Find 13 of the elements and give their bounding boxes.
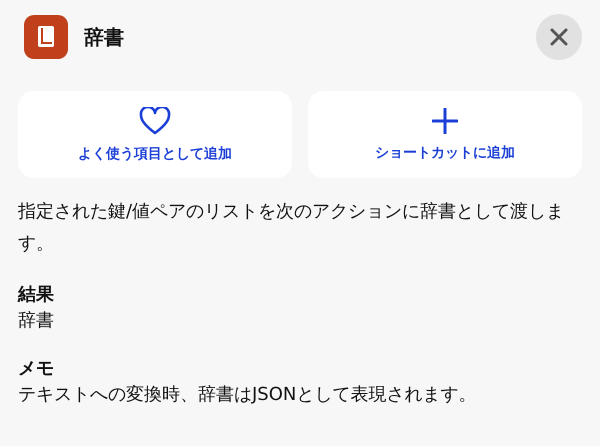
plus-icon — [432, 108, 458, 134]
action-button[interactable]: ショートカットに追加 — [308, 91, 582, 178]
section-heading: 結果 — [18, 283, 55, 307]
close-button[interactable] — [536, 14, 582, 60]
action-button[interactable]: よく使う項目として追加 — [18, 91, 292, 178]
section-text: テキストへの変換時、辞書はJSONとして表現されます。 — [18, 383, 478, 407]
section-text: 辞書 — [18, 309, 55, 333]
description-text: 指定された鍵/値ペアのリストを次のアクションに辞書として渡します。 — [18, 200, 566, 256]
window-title: 辞書 — [84, 24, 125, 50]
close-icon — [549, 27, 569, 47]
section-heading: メモ — [18, 357, 55, 381]
book-icon — [24, 15, 68, 59]
heart-icon — [139, 106, 171, 134]
